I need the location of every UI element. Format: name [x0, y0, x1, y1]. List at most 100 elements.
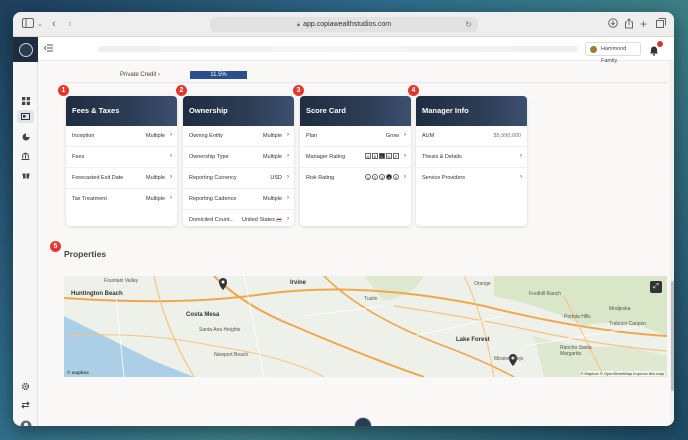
app-logo[interactable]	[13, 37, 38, 62]
risk-option-3[interactable]: 3	[379, 174, 385, 180]
page-scrollbar[interactable]	[670, 61, 674, 426]
investments-icon[interactable]	[17, 110, 34, 123]
sidebar-toggle-icon[interactable]	[22, 18, 34, 31]
blurred-breadcrumb	[98, 46, 578, 52]
family-selector-button[interactable]: Hammond Family	[585, 42, 641, 64]
row-label: Risk Rating	[306, 175, 335, 181]
ownership-card: Ownership Owning Entity Multiple › Owner…	[183, 96, 294, 226]
lock-icon: 🔒︎	[296, 22, 301, 28]
risk-rating-options: 12345	[364, 174, 399, 180]
owning-entity-row[interactable]: Owning Entity Multiple ›	[183, 126, 294, 147]
back-icon[interactable]: ‹	[52, 18, 56, 31]
fees-row[interactable]: Fees ›	[66, 147, 177, 168]
map-label-foothill: Foothill Ranch	[529, 291, 561, 297]
download-icon[interactable]	[608, 18, 618, 31]
inception-row[interactable]: Inception Multiple ›	[66, 126, 177, 147]
fees-taxes-header: Fees & Taxes	[66, 96, 177, 126]
bank-icon[interactable]	[19, 149, 32, 162]
notification-badge	[657, 41, 663, 47]
dashboard-icon[interactable]	[19, 94, 32, 107]
footer-logo-icon	[354, 417, 372, 426]
thesis-details-row[interactable]: Thesis & Details ›	[416, 147, 527, 168]
chevron-right-icon: ›	[170, 174, 172, 180]
chevron-right-icon: ›	[520, 153, 522, 159]
top-bar: Hammond Family	[38, 37, 674, 64]
chevron-right-icon: ›	[404, 132, 406, 138]
map-label-modjeska: Modjeska	[609, 306, 631, 312]
map-roads	[64, 276, 667, 377]
card-title: Ownership	[189, 106, 228, 115]
row-label: Ownership Type	[189, 154, 229, 160]
row-value: Multiple	[146, 133, 165, 139]
ownership-header: Ownership	[183, 96, 294, 126]
row-value: United States	[242, 217, 282, 223]
forward-icon[interactable]: ›	[68, 18, 72, 31]
rating-option-d[interactable]: D	[386, 153, 392, 159]
private-credit-row: Private Credit › 11.5%	[63, 61, 667, 83]
map-attribution[interactable]: © Mapbox © OpenStreetMap Improve this ma…	[579, 371, 665, 376]
map-label-lake-forest: Lake Forest	[456, 337, 490, 343]
pie-chart-icon[interactable]	[19, 130, 32, 143]
rating-option-f[interactable]: F	[393, 153, 399, 159]
risk-option-2[interactable]: 2	[372, 174, 378, 180]
mapbox-logo: © mapbox	[67, 370, 89, 375]
card-title: Manager Info	[422, 106, 469, 115]
risk-option-4[interactable]: 4	[386, 174, 392, 180]
score-card: Score Card Plan Grow › Manager Rating AB…	[300, 96, 411, 226]
menu-collapse-icon[interactable]	[43, 44, 53, 54]
row-label: AUM	[422, 133, 435, 139]
risk-rating-row[interactable]: Risk Rating 12345 ›	[300, 168, 411, 189]
expand-icon: ⤢	[653, 283, 659, 290]
map-fullscreen-button[interactable]: ⤢	[650, 281, 662, 293]
reporting-cadence-row[interactable]: Reporting Cadence Multiple ›	[183, 189, 294, 210]
chevron-right-icon: ›	[287, 174, 289, 180]
domiciled-country-row[interactable]: Domiciled Count... United States ›	[183, 210, 294, 226]
row-label: Plan	[306, 133, 318, 139]
gift-icon[interactable]	[19, 168, 32, 181]
settings-icon[interactable]	[19, 380, 32, 393]
user-avatar-icon[interactable]	[18, 418, 33, 426]
tabs-overview-icon[interactable]	[656, 18, 666, 31]
manager-info-header: Manager Info	[416, 96, 527, 126]
map-label-irvine: Irvine	[290, 280, 307, 286]
scrollbar-thumb[interactable]	[671, 281, 674, 391]
chevron-right-icon: ›	[287, 216, 289, 222]
rating-option-a[interactable]: A	[365, 153, 371, 159]
ownership-type-row[interactable]: Ownership Type Multiple ›	[183, 147, 294, 168]
row-value: Multiple	[263, 133, 282, 139]
step-badge-3: 3	[293, 85, 304, 96]
switch-arrows-icon[interactable]	[19, 398, 32, 411]
row-value: Multiple	[263, 154, 282, 160]
rating-option-b[interactable]: B	[372, 153, 378, 159]
aum-row: AUM $5,990,000	[416, 126, 527, 147]
private-credit-label[interactable]: Private Credit ›	[120, 72, 160, 78]
share-icon[interactable]	[624, 18, 634, 31]
step-badge-5: 5	[50, 241, 61, 252]
row-label: Manager Rating	[306, 154, 346, 160]
manager-rating-options: ABCDF	[364, 153, 399, 159]
map-label-fountain-valley: Fountain Valley	[104, 278, 139, 284]
tax-treatment-row[interactable]: Tax Treatment Multiple ›	[66, 189, 177, 210]
reporting-currency-row[interactable]: Reporting Currency USD ›	[183, 168, 294, 189]
risk-option-5[interactable]: 5	[393, 174, 399, 180]
chevron-right-icon: ›	[404, 174, 406, 180]
properties-map[interactable]: Huntington Beach Costa Mesa Irvine Lake …	[64, 276, 667, 377]
chevron-down-icon[interactable]: ⌄	[37, 18, 43, 31]
plan-row[interactable]: Plan Grow ›	[300, 126, 411, 147]
fees-taxes-card: Fees & Taxes Inception Multiple › Fees ›…	[66, 96, 177, 226]
browser-toolbar: ⌄ ‹ › 🔒︎ app.copiawealthstudios.com ↻ +	[13, 12, 674, 37]
score-card-header: Score Card	[300, 96, 411, 126]
row-label: Reporting Cadence	[189, 196, 237, 202]
rating-option-c[interactable]: C	[379, 153, 385, 159]
map-label-trabuco: Trabuco Canyon	[609, 321, 646, 327]
row-value: Multiple	[146, 175, 165, 181]
address-bar[interactable]: 🔒︎ app.copiawealthstudios.com ↻	[210, 17, 478, 32]
notifications-bell-icon[interactable]	[649, 41, 663, 56]
manager-rating-row[interactable]: Manager Rating ABCDF ›	[300, 147, 411, 168]
new-tab-icon[interactable]: +	[640, 18, 647, 31]
risk-option-1[interactable]: 1	[365, 174, 371, 180]
row-label: Thesis & Details	[422, 154, 462, 160]
forecasted-exit-row[interactable]: Forecasted Exit Date Multiple ›	[66, 168, 177, 189]
reload-icon[interactable]: ↻	[465, 17, 472, 32]
service-providers-row[interactable]: Service Providers ›	[416, 168, 527, 189]
